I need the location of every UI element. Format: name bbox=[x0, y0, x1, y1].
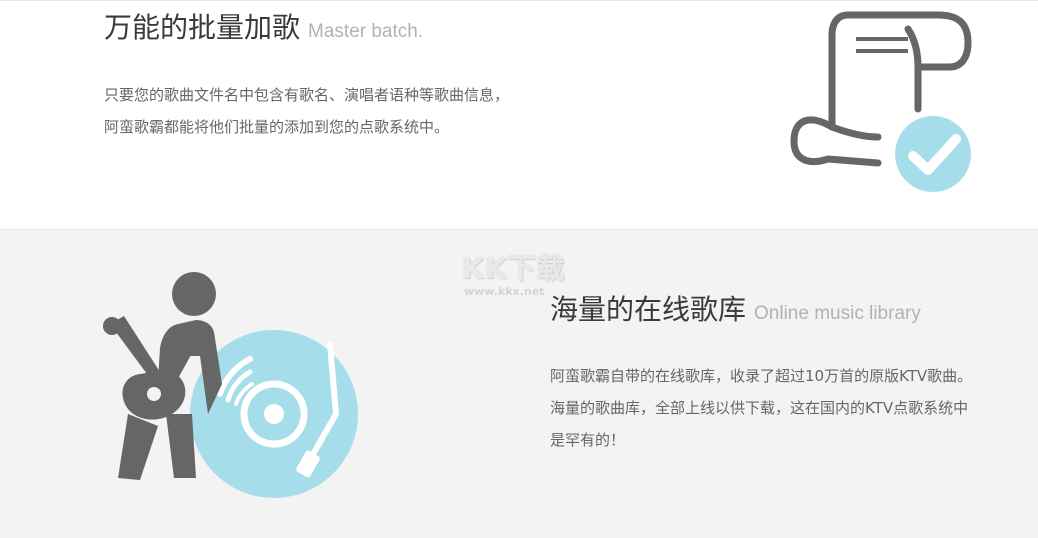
watermark-logo: KK下载 bbox=[462, 252, 566, 285]
feature-subtitle: Master batch. bbox=[308, 21, 424, 42]
guitarist-vinyl-icon bbox=[103, 272, 358, 498]
feature-section-batch: 万能的批量加歌 Master batch. 只要您的歌曲文件名中包含有歌名、演唱者… bbox=[0, 0, 1038, 229]
feature-subtitle: Online music library bbox=[754, 303, 921, 324]
feature-description-batch: 只要您的歌曲文件名中包含有歌名、演唱者语种等歌曲信息，阿蛮歌霸都能将他们批量的添… bbox=[104, 86, 510, 136]
scroll-check-icon bbox=[790, 11, 972, 192]
feature-title-batch: 万能的批量加歌 Master batch. bbox=[104, 10, 423, 50]
feature-title-text: 海量的在线歌库 bbox=[550, 293, 747, 326]
feature-title-library: 海量的在线歌库 Online music library bbox=[550, 292, 921, 332]
page: 万能的批量加歌 Master batch. 只要您的歌曲文件名中包含有歌名、演唱者… bbox=[0, 0, 1038, 538]
feature-title-text: 万能的批量加歌 bbox=[104, 11, 301, 44]
watermark-url: www.kkx.net bbox=[464, 285, 545, 298]
feature-description-library: 阿蛮歌霸自带的在线歌库，收录了超过10万首的原版KTV歌曲。海量的歌曲库，全部上… bbox=[550, 367, 973, 449]
